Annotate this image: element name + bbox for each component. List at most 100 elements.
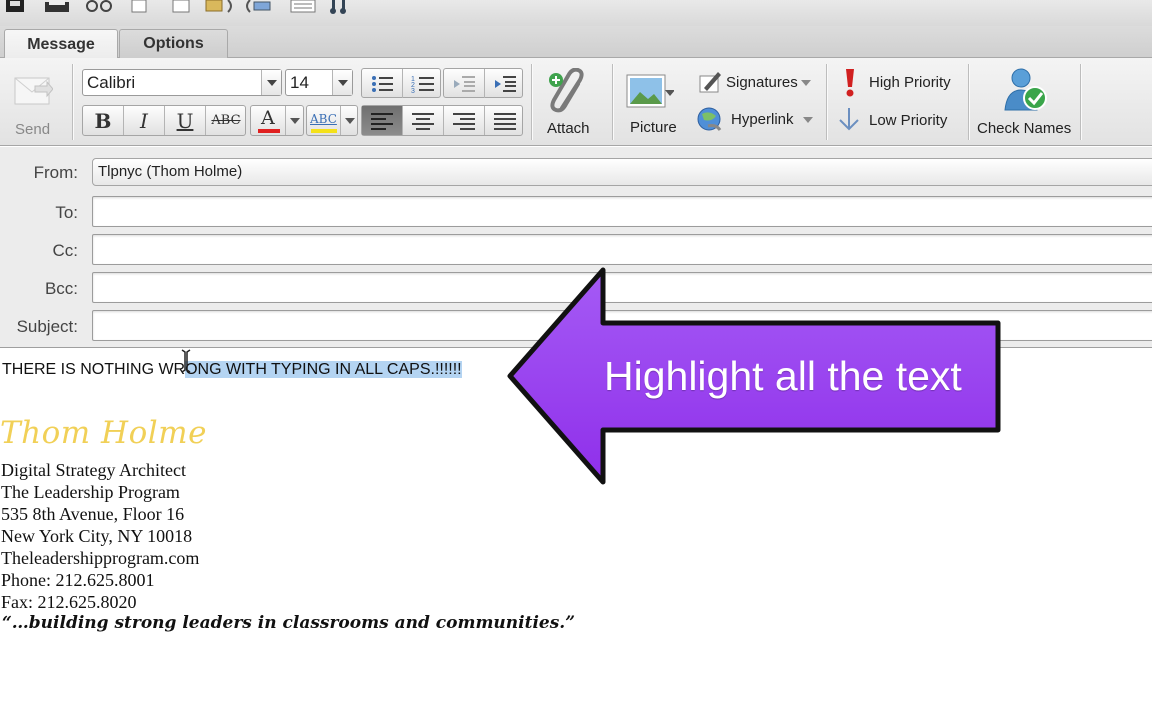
- increase-indent-icon: [494, 75, 516, 92]
- separator: [968, 64, 969, 140]
- tab-options[interactable]: Options: [119, 29, 228, 58]
- subject-label: Subject:: [16, 317, 78, 336]
- chevron-down-icon: [290, 118, 300, 124]
- cut-icon[interactable]: [86, 0, 112, 14]
- align-right-button[interactable]: [443, 106, 484, 135]
- body-text-unselected: THERE IS NOTHING WR: [2, 361, 186, 378]
- picture-icon: [626, 74, 674, 108]
- tab-message[interactable]: Message: [4, 29, 118, 59]
- bullet-list-button[interactable]: [362, 69, 402, 98]
- signature-line: 535 8th Avenue, Floor 16: [1, 504, 185, 524]
- low-priority-label: Low Priority: [869, 112, 948, 129]
- body-text-selected: ONG WITH TYPING IN ALL CAPS.!!!!!!: [185, 361, 462, 378]
- hyperlink-button[interactable]: Hyperlink: [696, 106, 818, 134]
- svg-text:3: 3: [411, 88, 415, 94]
- link-icon[interactable]: [244, 0, 271, 14]
- bullet-list-icon: [372, 75, 393, 92]
- indent-button-group: [443, 68, 523, 98]
- numbered-list-icon: 1 2 3: [411, 76, 434, 94]
- bcc-label: Bcc:: [44, 279, 78, 298]
- font-name-value: Calibri: [87, 73, 136, 92]
- signature-name: Thom Holme: [0, 415, 207, 451]
- chevron-down-icon: [345, 118, 355, 124]
- signatures-label: Signatures: [726, 74, 798, 91]
- callout-text: Highlight all the text: [604, 353, 962, 399]
- font-color-dropdown[interactable]: [285, 106, 304, 135]
- quick-access-toolbar: [0, 0, 1152, 26]
- font-size-value: 14: [290, 73, 309, 92]
- music-icon[interactable]: [328, 0, 350, 14]
- increase-indent-button[interactable]: [484, 69, 524, 98]
- text-style-group: B I U ABC: [82, 105, 246, 136]
- from-dropdown[interactable]: Tlpnyc (Thom Holme): [92, 158, 1152, 186]
- send-icon: [14, 77, 53, 105]
- attach-button[interactable]: Attach: [541, 66, 601, 142]
- strikethrough-button[interactable]: ABC: [205, 106, 246, 135]
- picture-label: Picture: [630, 119, 677, 136]
- highlight-label: ABC: [310, 112, 337, 126]
- low-priority-button[interactable]: Low Priority: [836, 106, 966, 134]
- align-left-button[interactable]: [362, 106, 402, 135]
- align-center-button[interactable]: [402, 106, 443, 135]
- print-icon[interactable]: [44, 0, 69, 14]
- separator: [531, 64, 532, 140]
- signature-line: New York City, NY 10018: [1, 526, 193, 546]
- justify-button[interactable]: [484, 106, 524, 135]
- signature-line: The Leadership Program: [1, 482, 180, 502]
- down-arrow-icon: [839, 108, 859, 131]
- signature-pen-icon: [699, 72, 721, 93]
- font-name-dropdown[interactable]: Calibri: [82, 69, 282, 96]
- font-color-button[interactable]: A: [250, 105, 304, 136]
- separator: [612, 64, 613, 140]
- align-right-icon: [453, 112, 475, 130]
- copy-icon[interactable]: [128, 0, 150, 14]
- italic-button[interactable]: I: [123, 106, 164, 135]
- list-icon[interactable]: [290, 0, 316, 14]
- signature-line: Digital Strategy Architect: [1, 460, 186, 480]
- chevron-down-icon: [801, 80, 811, 86]
- paperclip-icon: [549, 68, 584, 113]
- font-color-label: A: [261, 107, 275, 129]
- separator: [1080, 64, 1081, 140]
- check-names-label: Check Names: [977, 120, 1072, 137]
- list-button-group: 1 2 3: [361, 68, 441, 98]
- separator: [72, 64, 73, 140]
- cc-field[interactable]: [92, 234, 1152, 265]
- attach-label: Attach: [547, 120, 590, 137]
- high-priority-button[interactable]: High Priority: [836, 68, 966, 97]
- underline-button[interactable]: U: [164, 106, 205, 135]
- highlight-dropdown[interactable]: [340, 106, 358, 135]
- highlight-bar: [311, 129, 337, 133]
- signature-line: Theleadershipprogram.com: [1, 548, 200, 568]
- font-color-bar: [258, 129, 280, 133]
- font-size-dropdown[interactable]: 14: [285, 69, 353, 96]
- numbered-list-button[interactable]: 1 2 3: [402, 69, 442, 98]
- send-button[interactable]: Send: [8, 68, 58, 142]
- send-label: Send: [15, 121, 51, 138]
- separator: [826, 64, 827, 140]
- decrease-indent-button[interactable]: [444, 69, 484, 98]
- ribbon: Send Calibri 14 1 2 3 B I U ABC A ABC At…: [0, 58, 1152, 146]
- check-names-button[interactable]: Check Names: [974, 66, 1078, 142]
- to-label: To:: [55, 203, 78, 222]
- save-icon[interactable]: [4, 0, 26, 14]
- highlight-button[interactable]: ABC: [306, 105, 358, 136]
- align-center-icon: [412, 112, 434, 130]
- paste-icon[interactable]: [170, 0, 192, 14]
- check-names-icon: [1004, 68, 1047, 111]
- from-label: From:: [33, 163, 78, 182]
- to-field[interactable]: [92, 196, 1152, 227]
- justify-icon: [493, 112, 516, 130]
- exclamation-icon: [846, 69, 854, 97]
- text-cursor-icon: [181, 349, 191, 373]
- bold-button[interactable]: B: [83, 106, 123, 135]
- cc-label: Cc:: [52, 241, 79, 260]
- paste-special-icon[interactable]: [204, 0, 232, 14]
- ribbon-tab-bar: Message Options: [0, 26, 1152, 59]
- hyperlink-label: Hyperlink: [731, 111, 794, 128]
- signature-line: Fax: 212.625.8020: [1, 592, 137, 612]
- body-text[interactable]: THERE IS NOTHING WRONG WITH TYPING IN AL…: [2, 361, 462, 379]
- signatures-button[interactable]: Signatures: [698, 70, 816, 96]
- high-priority-label: High Priority: [869, 74, 951, 91]
- picture-button[interactable]: Picture: [622, 66, 686, 142]
